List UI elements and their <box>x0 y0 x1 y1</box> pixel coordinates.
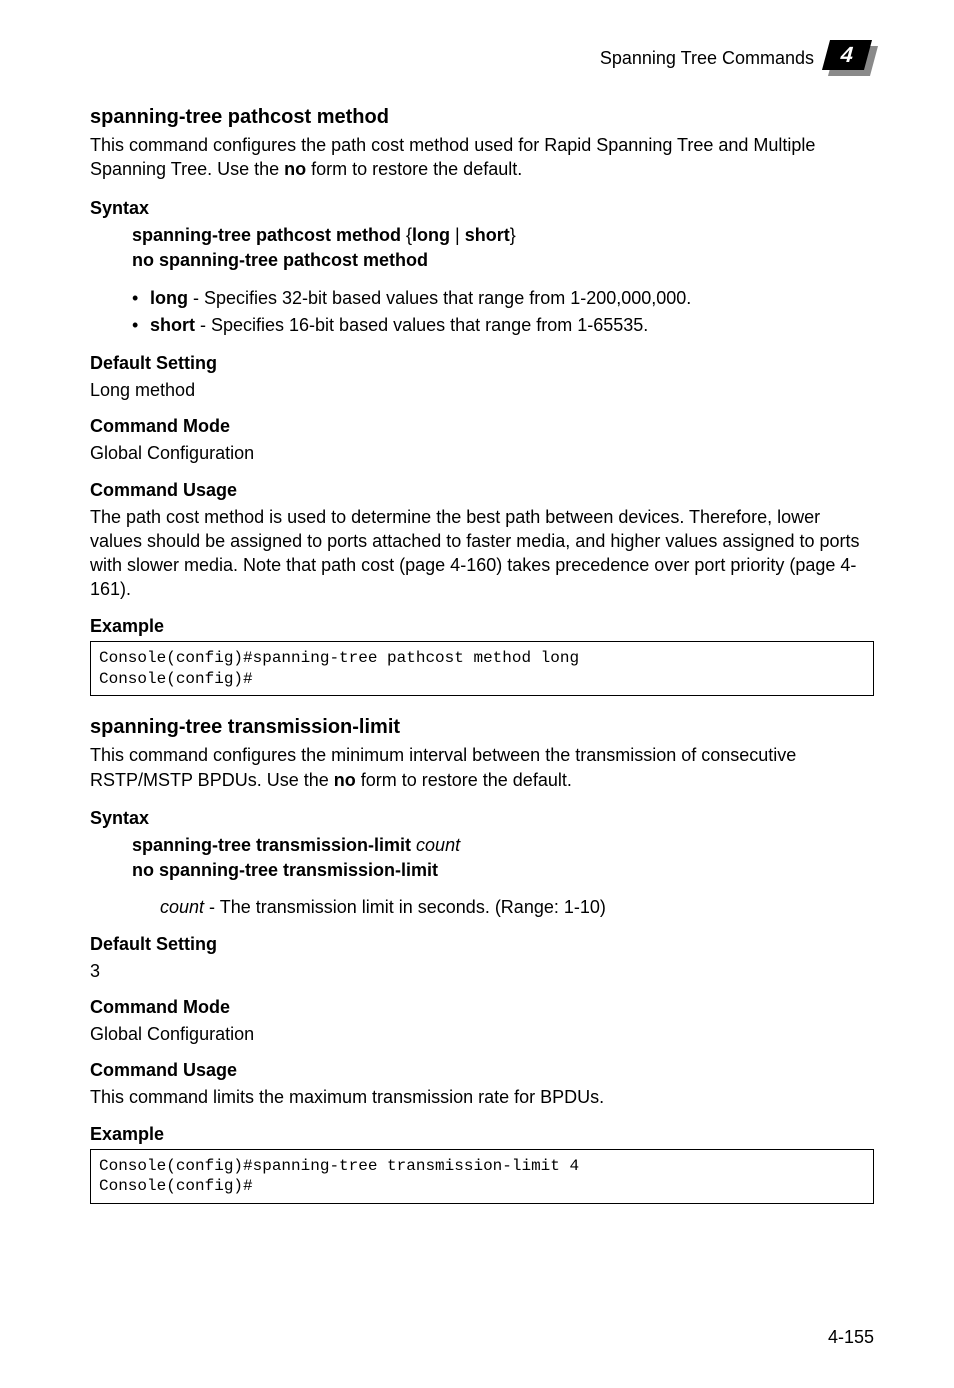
cmd2-mode-label: Command Mode <box>90 997 874 1018</box>
cmd1-brace-close: } <box>510 225 516 245</box>
cmd2-usage-label: Command Usage <box>90 1060 874 1081</box>
cmd1-mode-label: Command Mode <box>90 416 874 437</box>
cmd2-console: Console(config)#spanning-tree transmissi… <box>90 1149 874 1205</box>
cmd1-intro-post: form to restore the default. <box>306 159 522 179</box>
cmd2-param-i: count <box>160 897 204 917</box>
cmd2-usage-text: This command limits the maximum transmis… <box>90 1085 874 1109</box>
cmd1-pipe: | <box>450 225 465 245</box>
cmd1-mode-value: Global Configuration <box>90 441 874 465</box>
cmd1-syntax-line1: spanning-tree pathcost method {long | sh… <box>132 223 874 248</box>
cmd1-bullet2-b: short <box>150 315 195 335</box>
page-container: Spanning Tree Commands 4 spanning-tree p… <box>0 0 954 1388</box>
cmd1-syntax-label: Syntax <box>90 198 874 219</box>
cmd2-intro: This command configures the minimum inte… <box>90 743 874 792</box>
cmd1-opt2: short <box>465 225 510 245</box>
cmd2-example-label: Example <box>90 1124 874 1145</box>
cmd1-intro-bold: no <box>284 159 306 179</box>
page-header: Spanning Tree Commands 4 <box>90 40 874 76</box>
cmd2-default-value: 3 <box>90 959 874 983</box>
cmd1-bullet2-t: - Specifies 16-bit based values that ran… <box>195 315 648 335</box>
cmd2-syntax-line1: spanning-tree transmission-limit count <box>132 833 874 858</box>
cmd1-bullet1-b: long <box>150 288 188 308</box>
cmd2-param-t: - The transmission limit in seconds. (Ra… <box>204 897 606 917</box>
cmd2-syntax-label: Syntax <box>90 808 874 829</box>
cmd2-intro-bold: no <box>334 770 356 790</box>
cmd1-syntax-line2: no spanning-tree pathcost method <box>132 248 874 273</box>
cmd2-syntax-line2: no spanning-tree transmission-limit <box>132 858 874 883</box>
cmd1-console: Console(config)#spanning-tree pathcost m… <box>90 641 874 697</box>
cmd2-syntax-i1: count <box>411 835 460 855</box>
page-number: 4-155 <box>828 1327 874 1348</box>
cmd1-usage-text: The path cost method is used to determin… <box>90 505 874 602</box>
cmd2-intro-post: form to restore the default. <box>356 770 572 790</box>
cmd1-option-list: long - Specifies 32-bit based values tha… <box>132 285 874 339</box>
cmd2-syntax-block: spanning-tree transmission-limit count n… <box>132 833 874 920</box>
cmd2-default-label: Default Setting <box>90 934 874 955</box>
cmd1-example-label: Example <box>90 616 874 637</box>
cmd2-param: count - The transmission limit in second… <box>160 895 874 919</box>
icon-number: 4 <box>822 40 872 70</box>
cmd2-title: spanning-tree transmission-limit <box>90 716 874 739</box>
cmd1-brace-open: { <box>401 225 412 245</box>
cmd2-syntax-cmd2: no spanning-tree transmission-limit <box>132 860 438 880</box>
cmd1-default-value: Long method <box>90 378 874 402</box>
cmd1-syntax-block: spanning-tree pathcost method {long | sh… <box>132 223 874 339</box>
cmd1-syntax-b1: spanning-tree pathcost method <box>132 225 401 245</box>
cmd1-usage-label: Command Usage <box>90 480 874 501</box>
header-section-title: Spanning Tree Commands <box>600 48 814 69</box>
cmd1-bullet1: long - Specifies 32-bit based values tha… <box>132 285 874 312</box>
cmd1-bullet1-t: - Specifies 32-bit based values that ran… <box>188 288 691 308</box>
cmd1-intro: This command configures the path cost me… <box>90 133 874 182</box>
chapter-number-icon: 4 <box>826 40 874 76</box>
cmd2-syntax-b1: spanning-tree transmission-limit <box>132 835 411 855</box>
cmd2-mode-value: Global Configuration <box>90 1022 874 1046</box>
cmd1-opt1: long <box>412 225 450 245</box>
cmd1-title: spanning-tree pathcost method <box>90 106 874 129</box>
cmd1-default-label: Default Setting <box>90 353 874 374</box>
cmd1-syntax-cmd2: no spanning-tree pathcost method <box>132 250 428 270</box>
cmd1-bullet2: short - Specifies 16-bit based values th… <box>132 312 874 339</box>
